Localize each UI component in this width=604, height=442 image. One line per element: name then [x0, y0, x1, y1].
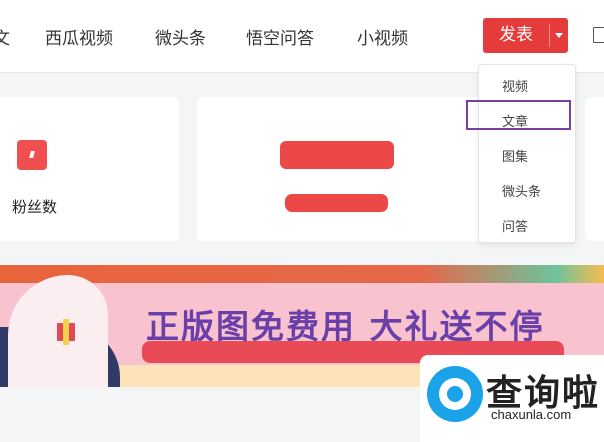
magnifier-q-icon — [427, 366, 483, 422]
nav-item-micro-headline[interactable]: 微头条 — [155, 24, 206, 49]
highlight-box — [466, 100, 571, 130]
menu-item-qa[interactable]: 问答 — [502, 216, 528, 235]
menu-item-gallery[interactable]: 图集 — [502, 146, 528, 165]
menu-item-video[interactable]: 视频 — [502, 76, 528, 95]
banner-top-stripe — [0, 265, 604, 283]
nav-item-cut-off[interactable]: 文 — [0, 24, 10, 49]
redacted-value — [280, 141, 394, 169]
fans-label: 粉丝数 — [12, 198, 58, 216]
publish-button[interactable]: 发表 — [483, 18, 549, 53]
chevron-down-icon[interactable] — [550, 18, 568, 53]
redacted-caption — [285, 194, 388, 212]
nav-item-short-video[interactable]: 小视频 — [357, 24, 408, 49]
top-nav-bar: 文 西瓜视频 微头条 悟空问答 小视频 发表 — [0, 0, 604, 73]
menu-item-micro-headline[interactable]: 微头条 — [502, 181, 541, 200]
publish-button-group: 发表 — [483, 18, 568, 53]
nav-item-wukong-qa[interactable]: 悟空问答 — [246, 24, 314, 49]
fans-badge-icon — [17, 140, 47, 170]
fans-stat-card: 粉丝数 — [0, 97, 179, 241]
watermark-url: chaxunla.com — [491, 407, 572, 422]
stat-card-redacted — [197, 97, 487, 241]
nav-item-xigua-video[interactable]: 西瓜视频 — [45, 24, 113, 49]
gift-icon — [57, 319, 75, 345]
document-icon[interactable] — [593, 27, 604, 43]
stat-card-partial — [585, 97, 604, 241]
publish-dropdown-menu: 视频 文章 图集 微头条 问答 — [478, 64, 576, 243]
